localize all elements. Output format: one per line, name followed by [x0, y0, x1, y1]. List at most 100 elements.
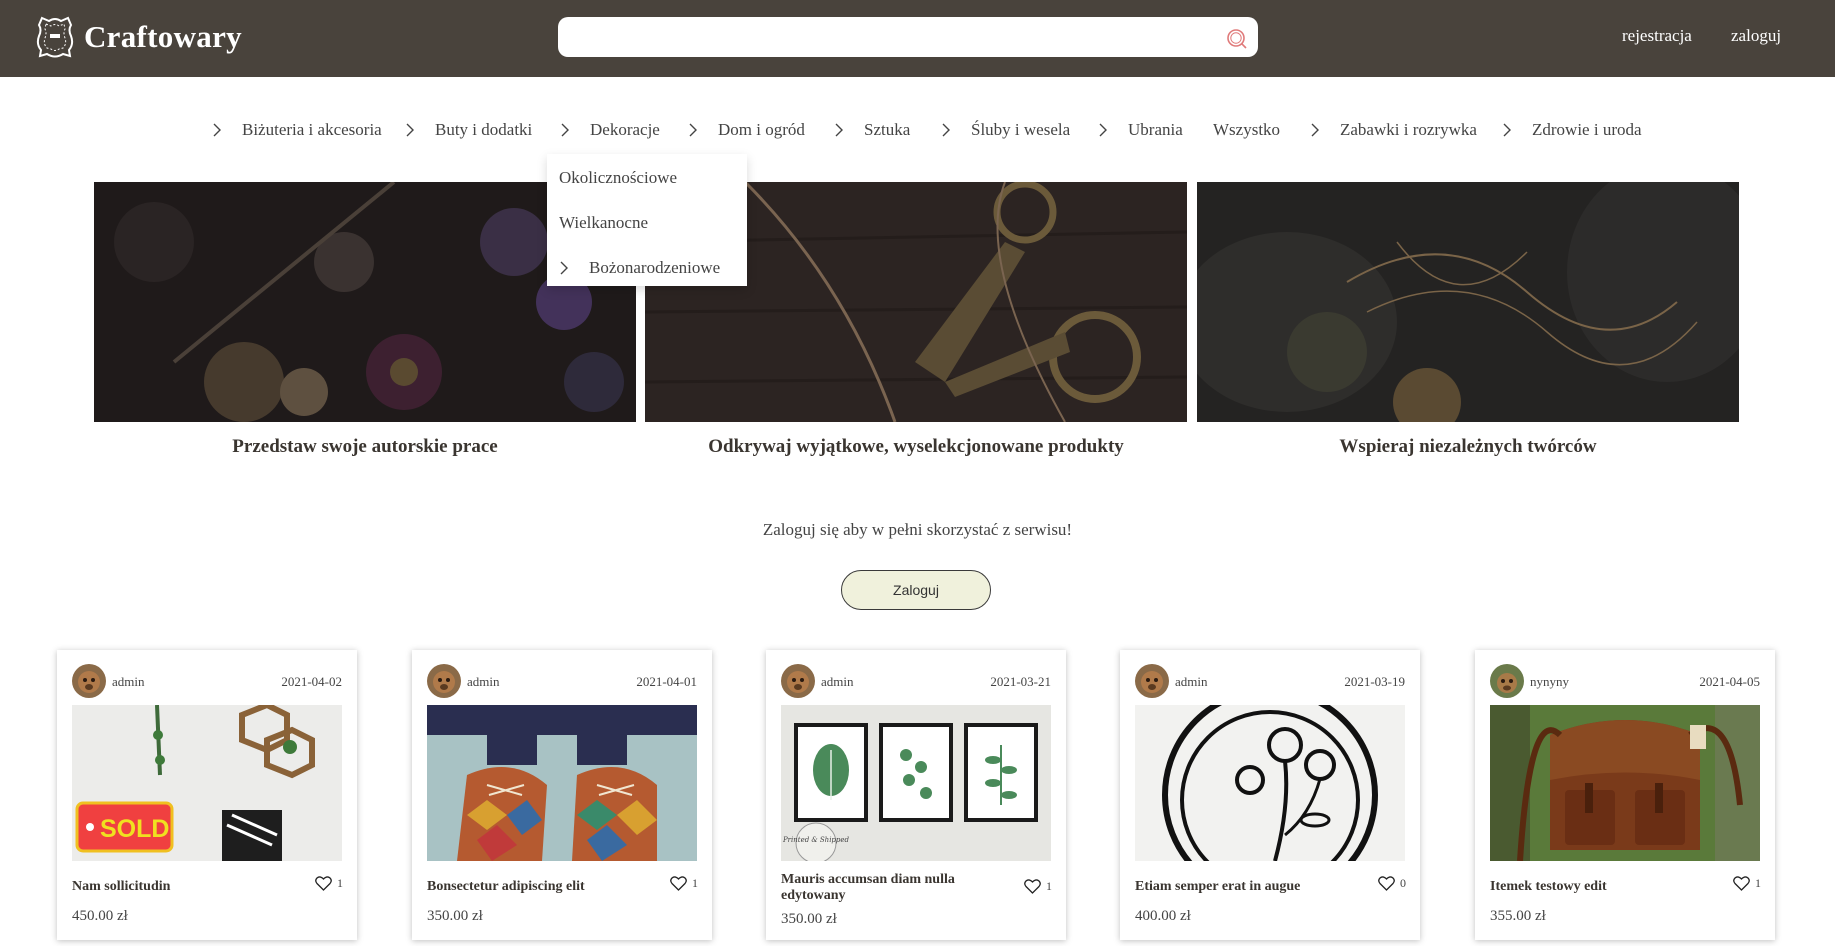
product-card[interactable]: admin 2021-04-02 SOLD Nam sollicitudin 1… — [57, 650, 357, 940]
card-header: admin 2021-03-19 — [1135, 664, 1405, 698]
like-count: 1 — [1755, 876, 1761, 890]
submenu-label: Bożonarodzeniowe — [589, 258, 721, 277]
post-date: 2021-03-21 — [990, 674, 1051, 689]
product-title[interactable]: Mauris accumsan diam nulla edytowany — [781, 872, 991, 904]
like-button[interactable]: 1 — [1733, 876, 1761, 891]
product-title[interactable]: Nam sollicitudin — [72, 879, 282, 895]
site-logo[interactable]: Craftowary — [34, 14, 242, 60]
chevron-right-icon — [1099, 123, 1107, 137]
nav-item-home-garden[interactable]: Dom i ogród — [688, 120, 805, 140]
submenu-label: Wielkanocne — [559, 213, 648, 232]
nav-label: Zabawki i rozrywka — [1340, 120, 1477, 139]
product-title[interactable]: Itemek testowy edit — [1490, 879, 1700, 895]
post-date: 2021-04-05 — [1699, 674, 1760, 689]
nav-item-clothes[interactable]: Ubrania — [1098, 120, 1183, 140]
nav-label: Biżuteria i akcesoria — [242, 120, 382, 139]
nav-label: Ubrania — [1128, 120, 1183, 139]
chevron-right-icon — [406, 123, 414, 137]
submenu-label: Okolicznościowe — [559, 168, 678, 187]
login-link[interactable]: zaloguj — [1731, 26, 1781, 46]
top-header: Craftowary rejestracja zaloguj — [0, 0, 1835, 77]
chevron-right-icon — [1503, 123, 1511, 137]
chevron-right-icon — [561, 123, 569, 137]
decorations-submenu: Okolicznościowe Wielkanocne Bożonarodzen… — [547, 154, 747, 286]
sold-badge-text: SOLD — [100, 815, 169, 843]
hero-caption-showcase: Przedstaw swoje autorskie prace — [232, 436, 498, 457]
stamp-text: Printed & Shipped — [782, 836, 850, 844]
author-name[interactable]: admin — [821, 674, 854, 690]
like-count: 1 — [337, 876, 343, 890]
nav-item-art[interactable]: Sztuka — [834, 120, 910, 140]
post-date: 2021-04-01 — [636, 674, 697, 689]
product-title[interactable]: Etiam semper erat in augue — [1135, 879, 1345, 895]
submenu-item-christmas[interactable]: Bożonarodzeniowe — [559, 258, 720, 278]
nav-item-shoes[interactable]: Buty i dodatki — [405, 120, 532, 140]
category-nav: Biżuteria i akcesoria Buty i dodatki Dek… — [0, 120, 1835, 144]
avatar[interactable] — [72, 664, 106, 698]
login-button[interactable]: Zaloguj — [841, 570, 991, 610]
register-link[interactable]: rejestracja — [1622, 26, 1692, 46]
nav-item-decorations[interactable]: Dekoracje — [560, 120, 660, 140]
chevron-right-icon — [942, 123, 950, 137]
nav-label: Wszystko — [1213, 120, 1281, 139]
nav-label: Śluby i wesela — [971, 120, 1071, 139]
chevron-right-icon — [1311, 123, 1319, 137]
product-title[interactable]: Bonsectetur adipiscing elit — [427, 879, 637, 895]
product-image[interactable]: Printed & Shipped — [781, 705, 1051, 861]
submenu-item-occasional[interactable]: Okolicznościowe — [559, 168, 677, 188]
product-image[interactable] — [427, 705, 697, 861]
like-count: 1 — [1046, 879, 1052, 893]
nav-label: Buty i dodatki — [435, 120, 533, 139]
card-header: admin 2021-04-01 — [427, 664, 697, 698]
author-name[interactable]: nynyny — [1530, 674, 1569, 690]
hero-caption-discover: Odkrywaj wyjątkowe, wyselekcjonowane pro… — [708, 436, 1124, 457]
like-button[interactable]: 1 — [1024, 879, 1052, 894]
nav-label: Sztuka — [864, 120, 911, 139]
submenu-item-easter[interactable]: Wielkanocne — [559, 213, 648, 233]
like-count: 0 — [1400, 876, 1406, 890]
leather-hide-icon — [36, 16, 74, 58]
logo-text: Craftowary — [84, 19, 242, 54]
avatar[interactable] — [1135, 664, 1169, 698]
search-bar[interactable] — [558, 17, 1258, 57]
author-name[interactable]: admin — [1175, 674, 1208, 690]
author-name[interactable]: admin — [467, 674, 500, 690]
chevron-right-icon — [689, 123, 697, 137]
nav-item-health[interactable]: Zdrowie i uroda — [1502, 120, 1642, 140]
product-price: 400.00 zł — [1135, 908, 1191, 924]
product-card[interactable]: admin 2021-04-01 Bonsectetur adipiscing … — [412, 650, 712, 940]
author-name[interactable]: admin — [112, 674, 145, 690]
chevron-right-icon — [213, 123, 221, 137]
card-header: nynyny 2021-04-05 — [1490, 664, 1760, 698]
login-prompt-text: Zaloguj się aby w pełni skorzystać z ser… — [762, 520, 1073, 539]
like-button[interactable]: 1 — [315, 876, 343, 891]
nav-item-all[interactable]: Wszystko — [1213, 120, 1280, 140]
post-date: 2021-04-02 — [281, 674, 342, 689]
product-card[interactable]: admin 2021-03-21 Printed & Shipped Mauri… — [766, 650, 1066, 940]
product-price: 350.00 zł — [427, 908, 483, 924]
like-button[interactable]: 1 — [670, 876, 698, 891]
like-button[interactable]: 0 — [1378, 876, 1406, 891]
heart-icon — [670, 876, 687, 891]
heart-icon — [1733, 876, 1750, 891]
product-card[interactable]: admin 2021-03-19 Etiam semper erat in au… — [1120, 650, 1420, 940]
like-count: 1 — [692, 876, 698, 890]
avatar[interactable] — [1490, 664, 1524, 698]
avatar[interactable] — [427, 664, 461, 698]
product-price: 450.00 zł — [72, 908, 128, 924]
search-icon[interactable] — [1225, 27, 1247, 49]
product-image[interactable]: SOLD — [72, 705, 342, 861]
product-image[interactable] — [1135, 705, 1405, 861]
card-header: admin 2021-04-02 — [72, 664, 342, 698]
nav-item-jewelry[interactable]: Biżuteria i akcesoria — [212, 120, 382, 140]
card-header: admin 2021-03-21 — [781, 664, 1051, 698]
product-image[interactable] — [1490, 705, 1760, 861]
nav-label: Zdrowie i uroda — [1532, 120, 1642, 139]
avatar[interactable] — [781, 664, 815, 698]
product-card[interactable]: nynyny 2021-04-05 Itemek testowy edit 1 … — [1475, 650, 1775, 940]
nav-item-weddings[interactable]: Śluby i wesela — [941, 120, 1070, 140]
nav-label: Dekoracje — [590, 120, 660, 139]
product-price: 355.00 zł — [1490, 908, 1546, 924]
nav-item-toys[interactable]: Zabawki i rozrywka — [1310, 120, 1477, 140]
heart-icon — [1378, 876, 1395, 891]
